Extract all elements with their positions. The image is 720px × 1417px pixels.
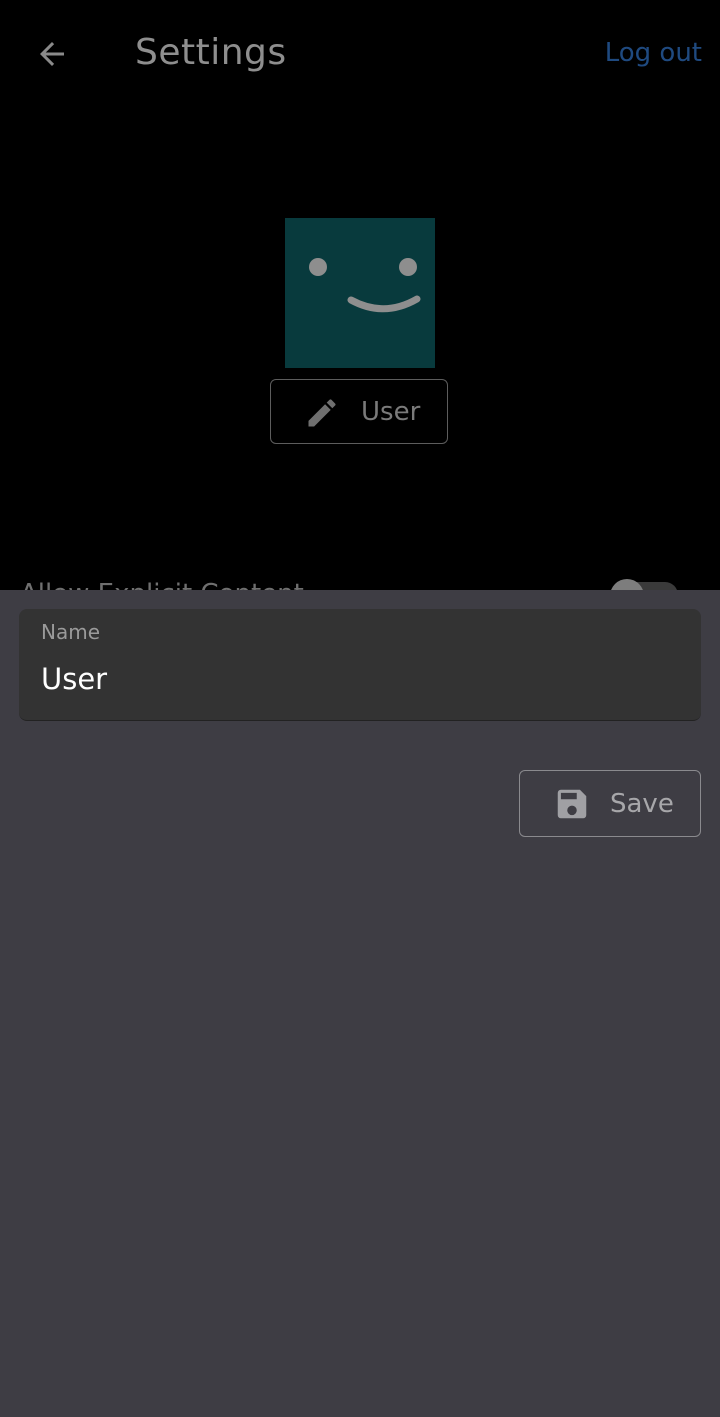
avatar[interactable] — [285, 218, 435, 368]
name-field-label: Name — [41, 620, 101, 644]
smiley-face-icon — [309, 258, 421, 313]
profile-name-label: User — [361, 397, 421, 427]
save-label: Save — [610, 789, 674, 819]
edit-name-bottom-sheet: Name User Save — [0, 590, 720, 1417]
page-title: Settings — [135, 32, 287, 73]
name-field-value[interactable]: User — [41, 661, 107, 697]
edit-profile-name-button[interactable]: User — [270, 379, 448, 444]
top-app-bar: Settings Log out — [0, 0, 720, 106]
logout-button[interactable]: Log out — [605, 36, 702, 70]
pencil-icon — [308, 399, 336, 427]
arrow-back-icon — [40, 42, 64, 66]
back-button[interactable] — [20, 22, 84, 86]
save-button[interactable]: Save — [519, 770, 701, 837]
settings-screen: Settings Log out User Allow Explicit Con… — [0, 0, 720, 1417]
name-field[interactable]: Name User — [19, 609, 701, 721]
floppy-disk-icon — [557, 789, 587, 819]
